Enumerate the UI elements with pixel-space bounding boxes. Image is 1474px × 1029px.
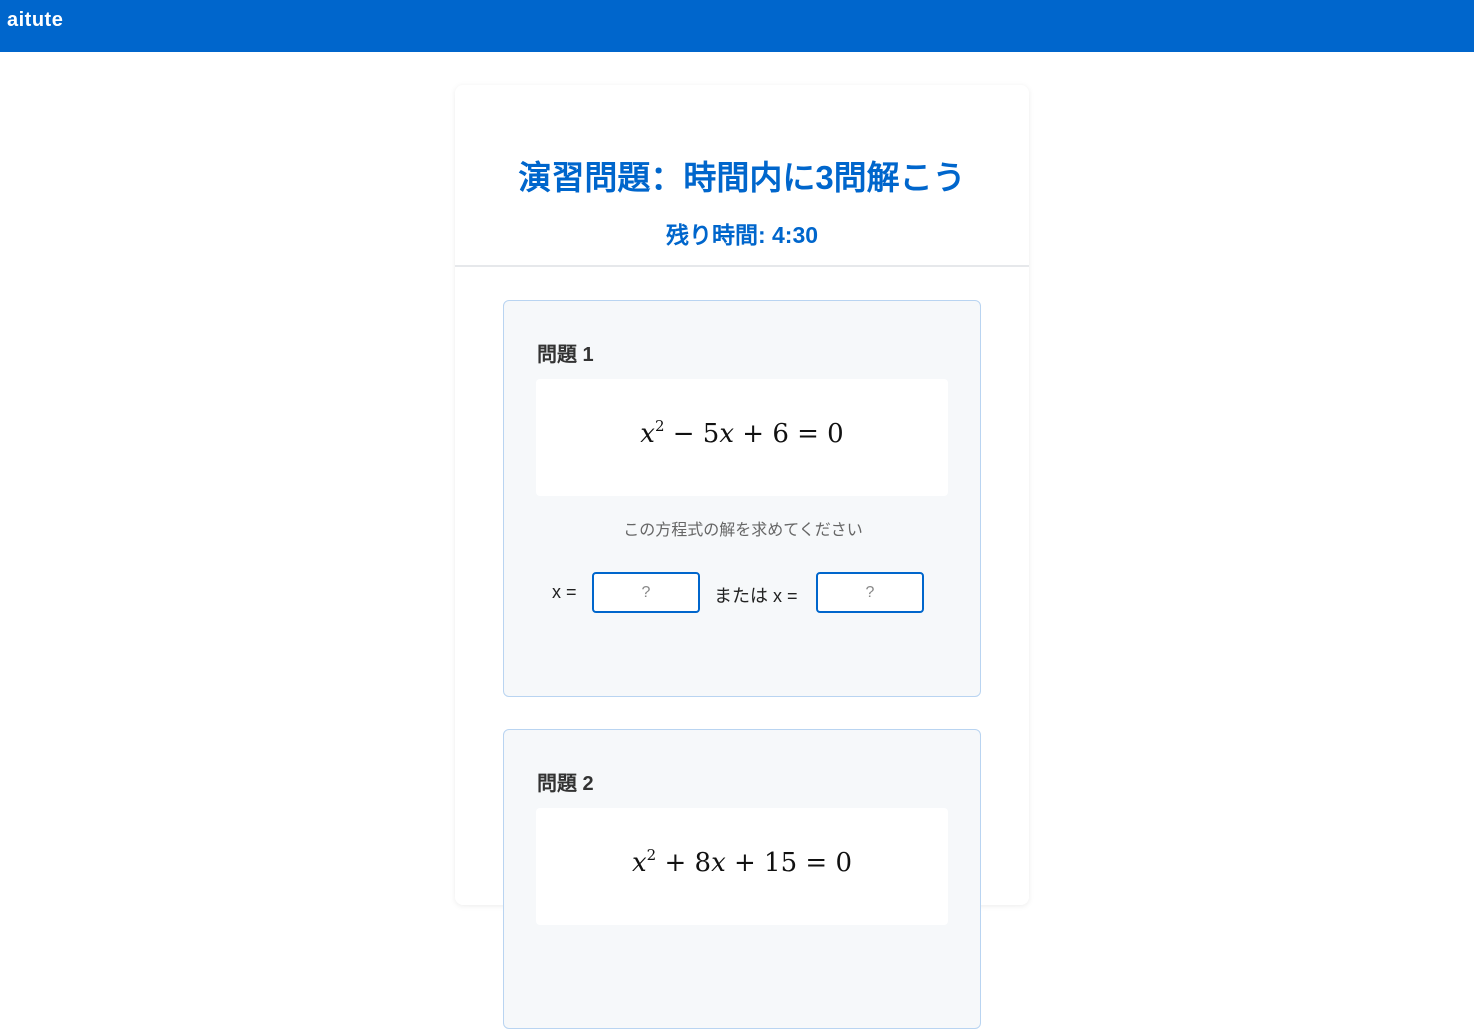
problem-label: 問題 2 — [537, 773, 594, 795]
brand-logo[interactable]: aitute — [7, 9, 63, 32]
equation-box: x2 − 5x + 6 = 0 — [536, 379, 948, 496]
problem-card-2: 問題 2 x2 + 8x + 15 = 0 — [503, 729, 981, 1029]
answer-label-x1: x = — [552, 582, 577, 602]
equation-exponent: 2 — [646, 846, 657, 864]
equation-term: − 5 — [664, 419, 720, 449]
equation-box: x2 + 8x + 15 = 0 — [536, 808, 948, 925]
equation-var: x — [640, 419, 655, 449]
answer-input-x2[interactable] — [816, 572, 924, 613]
equation-var: x — [719, 419, 735, 449]
equation-term: + 6 = 0 — [734, 419, 844, 449]
exercise-card: 演習問題：時間内に3問解こう 残り時間: 4:30 問題 1 x2 − 5x +… — [455, 85, 1029, 1029]
problem-label: 問題 1 — [537, 344, 594, 366]
answer-label-x2: または x = — [714, 586, 798, 606]
equation: x2 − 5x + 6 = 0 — [536, 417, 948, 449]
problem-card-1: 問題 1 x2 − 5x + 6 = 0 この方程式の解を求めてください x =… — [503, 300, 981, 697]
page-title: 演習問題：時間内に3問解こう — [518, 159, 966, 196]
top-nav-bar: aitute — [0, 0, 1474, 52]
answer-input-x1[interactable] — [592, 572, 700, 613]
equation: x2 + 8x + 15 = 0 — [536, 846, 948, 878]
answer-row: x = または x = — [504, 572, 982, 613]
countdown-timer: 残り時間: 4:30 — [665, 222, 819, 248]
problem-instruction: この方程式の解を求めてください — [623, 522, 863, 539]
